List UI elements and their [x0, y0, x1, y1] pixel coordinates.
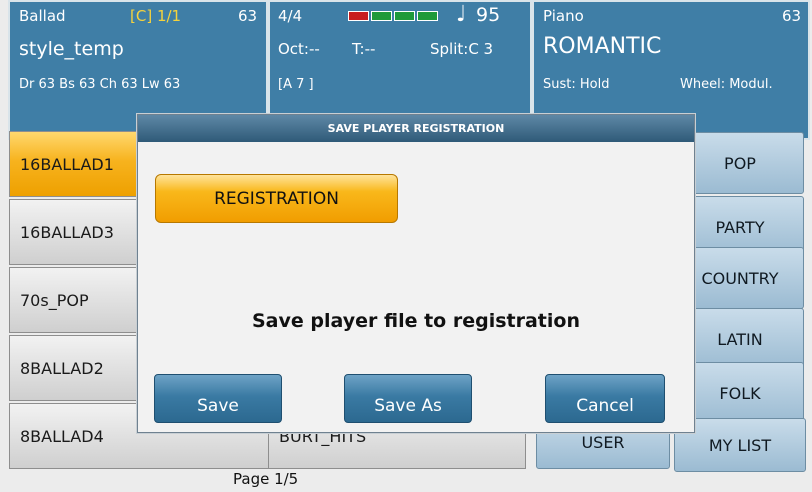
category-latin-button[interactable]: LATIN [676, 308, 804, 370]
wheel-mode: Wheel: Modul. [680, 77, 773, 92]
dialog-title: SAVE PLAYER REGISTRATION [138, 115, 694, 142]
beat-indicator-4 [417, 11, 438, 21]
style-file-name: style_temp [19, 38, 124, 60]
beat-meter [348, 11, 438, 21]
voice-type: Piano [543, 7, 584, 25]
quarter-note-icon: ♩ [456, 2, 467, 27]
beat-indicator-3 [394, 11, 415, 21]
cancel-button[interactable]: Cancel [545, 374, 665, 423]
style-number: 63 [238, 7, 258, 25]
category-country-button[interactable]: COUNTRY [676, 247, 804, 309]
sustain-mode: Sust: Hold [543, 77, 610, 92]
save-as-button[interactable]: Save As [344, 374, 472, 423]
octave-readout: Oct:-- [278, 40, 320, 58]
split-readout: Split:C 3 [430, 40, 494, 58]
registration-selector-button[interactable]: REGISTRATION [155, 174, 398, 223]
voice-name: ROMANTIC [543, 34, 662, 59]
style-name: Ballad [19, 7, 66, 25]
page-indicator: Page 1/5 [233, 470, 299, 488]
beat-indicator-2 [371, 11, 392, 21]
style-parts: Dr 63 Bs 63 Ch 63 Lw 63 [19, 77, 181, 92]
dialog-message: Save player file to registration [252, 310, 580, 332]
transpose-readout: T:-- [352, 40, 376, 58]
chord-readout: [A 7 ] [278, 77, 314, 92]
save-registration-dialog: SAVE PLAYER REGISTRATION REGISTRATION Sa… [137, 114, 695, 433]
time-signature: 4/4 [278, 7, 303, 25]
beat-indicator-1 [348, 11, 369, 21]
chord-index: [C] 1/1 [130, 7, 182, 25]
voice-number: 63 [782, 7, 802, 25]
tempo-value: 95 [476, 4, 501, 26]
category-pop-button[interactable]: POP [676, 132, 804, 194]
category-folk-button[interactable]: FOLK [676, 362, 804, 424]
save-button[interactable]: Save [154, 374, 282, 423]
